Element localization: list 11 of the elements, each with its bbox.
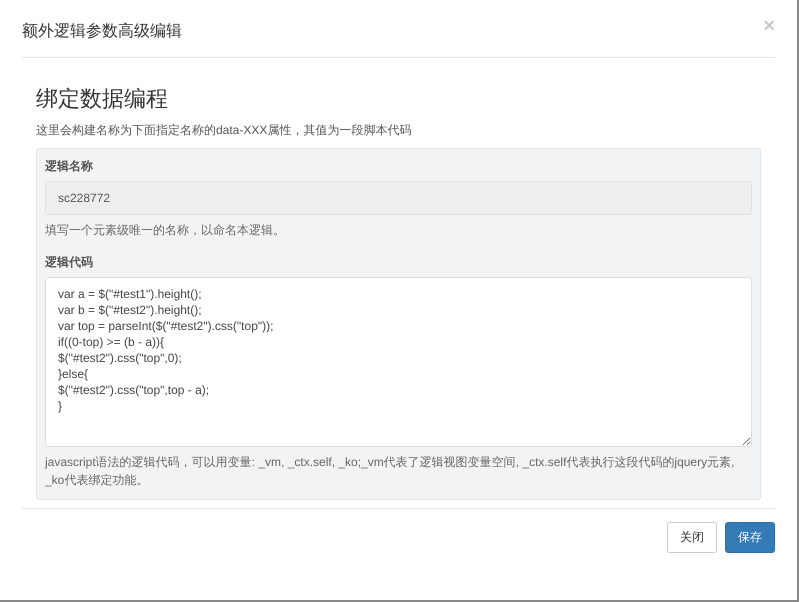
dialog-title: 额外逻辑参数高级编辑: [22, 22, 182, 42]
save-button[interactable]: 保存: [725, 522, 775, 553]
section-description: 这里会构建名称为下面指定名称的data-XXX属性，其值为一段脚本代码: [36, 122, 412, 139]
section-heading: 绑定数据编程: [36, 85, 169, 113]
code-field[interactable]: var a = $("#test1").height(); var b = $("#test2").height(); var top = parseInt($("#test2").css("top")); if((0-top) >= (b - a)){ $("#test2").css("top",0); }else{ $("#test2").css("top",top - a); }: [45, 277, 752, 447]
field-label: 逻辑名称: [45, 158, 94, 175]
name-field[interactable]: sc228772: [45, 181, 752, 215]
cancel-button[interactable]: 关闭: [667, 522, 717, 553]
help-text: javascript语法的逻辑代码，可以用变量: _vm, _ctx.self, _ko;_vm代表了逻辑视图变量空间, _ctx.self代表执行这段代码的jquery元素, _ko代表绑定功能。: [45, 454, 736, 489]
help-text: 填写一个元素级唯一的名称，以命名本逻辑。: [45, 222, 286, 239]
field-label: 逻辑代码: [45, 254, 94, 271]
